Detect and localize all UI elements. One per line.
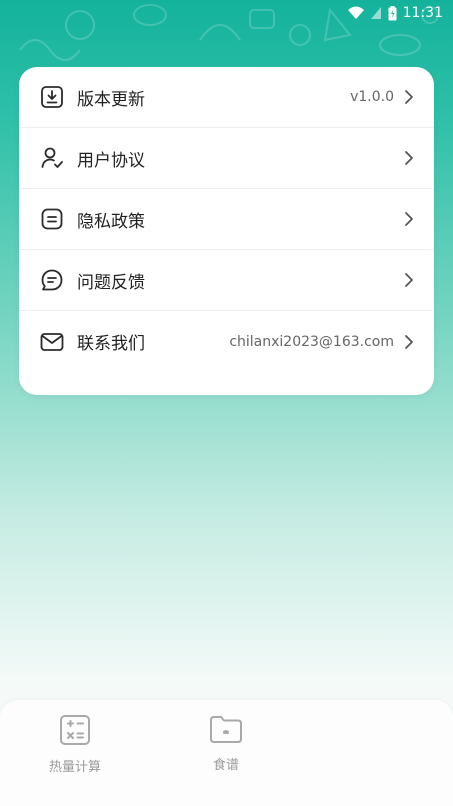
wifi-icon (347, 6, 364, 19)
tab-recipes[interactable]: 食谱 (186, 714, 266, 773)
chevron-right-icon (405, 212, 413, 226)
chevron-right-icon (405, 273, 413, 287)
tab-calorie-calculator[interactable]: 热量计算 (35, 714, 115, 775)
settings-row-label: 隐私政策 (77, 211, 145, 232)
battery-icon (388, 5, 397, 20)
bottom-tab-bar: 热量计算 食谱 (0, 700, 453, 806)
contact-email-value: chilanxi2023@163.com (229, 333, 394, 350)
folder-icon (210, 716, 242, 743)
settings-row-version-update[interactable]: 版本更新 v1.0.0 (19, 67, 434, 128)
settings-row-label: 版本更新 (77, 89, 145, 110)
chevron-right-icon (405, 334, 413, 349)
settings-row-feedback[interactable]: 问题反馈 (19, 250, 434, 311)
signal-icon (370, 7, 381, 19)
settings-row-contact-us[interactable]: 联系我们 chilanxi2023@163.com (19, 311, 434, 372)
status-bar: 11:31 (347, 0, 453, 26)
download-icon (39, 84, 65, 110)
mail-icon (39, 329, 65, 355)
chat-icon (39, 267, 65, 293)
chevron-right-icon (405, 151, 413, 165)
settings-row-label: 联系我们 (77, 334, 145, 354)
settings-row-privacy-policy[interactable]: 隐私政策 (19, 189, 434, 250)
tab-label: 热量计算 (48, 760, 101, 775)
settings-row-label: 用户协议 (77, 150, 145, 171)
user-check-icon (39, 145, 65, 171)
status-time: 11:31 (402, 5, 443, 21)
settings-row-label: 问题反馈 (77, 272, 145, 293)
chevron-right-icon (405, 90, 413, 104)
calculator-icon (60, 715, 90, 745)
settings-card: 版本更新 v1.0.0 用户协议 隐私政策 问题反馈 联系我们 chilanxi… (19, 67, 434, 395)
settings-row-user-agreement[interactable]: 用户协议 (19, 128, 434, 189)
tab-label: 食谱 (212, 758, 239, 773)
document-icon (39, 206, 65, 232)
version-value: v1.0.0 (350, 89, 394, 105)
